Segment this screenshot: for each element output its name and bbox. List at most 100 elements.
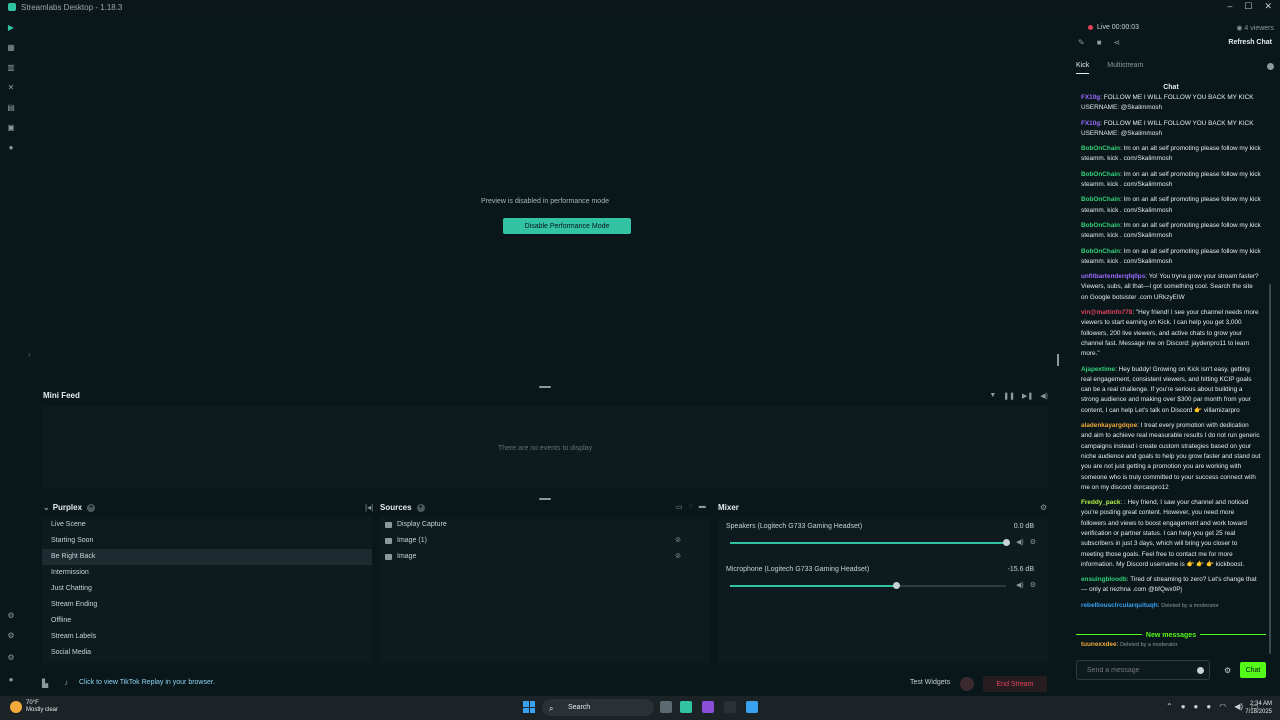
pause-icon[interactable]: ❚❚ (1003, 392, 1015, 400)
visibility-off-icon[interactable]: ⊘ (675, 549, 681, 565)
chat-scrollbar[interactable] (1269, 284, 1271, 654)
skip-icon[interactable]: ▶❚ (1022, 392, 1033, 400)
scene-transitions-icon[interactable]: |◂| (365, 503, 373, 512)
source-item[interactable]: Display Capture (380, 517, 710, 533)
maximize-icon[interactable]: ☐ (1244, 1, 1252, 12)
add-source-icon[interactable]: + (416, 503, 425, 512)
streamlabs-taskbar-icon[interactable] (680, 701, 692, 713)
tray-chevron-icon[interactable]: ⌃ (1166, 702, 1173, 711)
scene-item[interactable]: Live Scene (42, 517, 372, 533)
app-taskbar-icon[interactable] (724, 701, 736, 713)
volume-knob[interactable] (892, 582, 900, 589)
panel-resize-handle[interactable] (539, 498, 551, 500)
plugin-icon[interactable]: ⚙ (7, 632, 15, 640)
tab-multistream[interactable]: Multistream (1107, 62, 1143, 74)
apps-icon[interactable]: ⚙ (7, 612, 15, 620)
dashboard-icon[interactable]: ▦ (7, 44, 15, 52)
task-view-icon[interactable] (660, 701, 672, 713)
chat-username[interactable]: BobOnChain (1081, 171, 1120, 178)
chat-username[interactable]: tuunexxdee (1081, 641, 1117, 648)
resize-handle[interactable] (1057, 354, 1059, 366)
store-icon[interactable]: ▤ (7, 104, 15, 112)
layout-icon[interactable]: ▥ (7, 64, 15, 72)
camera-icon[interactable]: ■ (1097, 38, 1102, 47)
wifi-icon[interactable]: ◠ (1219, 702, 1226, 711)
chat-username[interactable]: BobOnChain (1081, 248, 1120, 255)
windows-start-icon[interactable] (523, 701, 535, 713)
speaker-icon[interactable]: ◀) (1016, 581, 1024, 589)
add-scene-icon[interactable]: + (87, 503, 96, 512)
speaker-icon[interactable]: ◀) (1016, 538, 1024, 546)
scene-item[interactable]: Stream Ending (42, 597, 372, 613)
hide-icon[interactable]: ◌ (689, 503, 693, 511)
chat-settings-icon[interactable]: ⚙ (1224, 666, 1231, 675)
editor-icon[interactable]: ▶ (7, 24, 15, 32)
send-chat-button[interactable]: Chat (1240, 662, 1266, 678)
gear-icon[interactable]: ⚙ (1030, 581, 1036, 589)
tray-app-icon[interactable]: ● (1181, 702, 1186, 711)
chat-username[interactable]: BobOnChain (1081, 222, 1120, 229)
info-icon[interactable] (1267, 63, 1274, 70)
chat-username[interactable]: FX10g (1081, 120, 1100, 127)
chat-username[interactable]: ensuingbloodb (1081, 576, 1127, 583)
record-icon[interactable]: ● (7, 144, 15, 152)
scene-item[interactable]: Starting Soon (42, 533, 372, 549)
chat-username[interactable]: BobOnChain (1081, 145, 1120, 152)
scene-item[interactable]: Social Media (42, 645, 372, 661)
new-messages-divider[interactable]: New messages (1076, 629, 1266, 639)
group-icon[interactable]: ▭ (676, 503, 683, 511)
filter-icon[interactable]: ▼ (989, 392, 996, 400)
close-icon[interactable]: ✕ (1264, 1, 1272, 12)
chat-username[interactable]: FX10g (1081, 94, 1100, 101)
tools-icon[interactable]: ✕ (7, 84, 15, 92)
end-stream-button[interactable]: End Stream (983, 676, 1047, 692)
chevron-down-icon[interactable]: ⌄ (43, 503, 50, 512)
tab-kick[interactable]: Kick (1076, 62, 1090, 74)
source-item[interactable]: Image (1) ⊘ (380, 533, 710, 549)
scene-item[interactable]: Just Chatting (42, 581, 372, 597)
visibility-off-icon[interactable]: ⊘ (675, 533, 681, 549)
weather-widget[interactable]: 70°F Mostly clear (10, 700, 58, 714)
record-button[interactable] (960, 677, 974, 691)
chat-username[interactable]: BobOnChain (1081, 196, 1120, 203)
settings-icon[interactable]: ⚙ (7, 654, 15, 662)
minimize-icon[interactable]: – (1227, 1, 1232, 12)
tiktok-replay-link[interactable]: Click to view TikTok Replay in your brow… (79, 679, 215, 686)
chat-username[interactable]: aladenkayargdqoe (1081, 422, 1137, 429)
disable-performance-mode-button[interactable]: Disable Performance Mode (503, 218, 631, 234)
test-widgets-button[interactable]: Test Widgets (910, 679, 950, 686)
refresh-chat-button[interactable]: Refresh Chat (1228, 39, 1272, 46)
tray-app-icon[interactable]: ● (1194, 702, 1199, 711)
app-taskbar-icon[interactable] (702, 701, 714, 713)
chat-username[interactable]: Ajapextime (1081, 366, 1115, 373)
taskbar-search[interactable]: ⌕ Search (542, 699, 654, 716)
share-icon[interactable]: ⋖ (1114, 38, 1121, 47)
scene-item[interactable]: Offline (42, 613, 372, 629)
mixer-settings-icon[interactable]: ⚙ (1040, 503, 1047, 512)
volume-icon[interactable]: ◀) (1040, 392, 1048, 400)
volume-icon[interactable]: ◀) (1234, 702, 1243, 711)
scene-collection-name[interactable]: Purplex (53, 503, 82, 512)
chat-username[interactable]: vin@mattinfo778 (1081, 309, 1132, 316)
taskbar-clock[interactable]: 2:34 AM 7/18/2025 (1245, 700, 1272, 716)
emoji-icon[interactable] (1197, 667, 1204, 674)
scene-item-active[interactable]: Be Right Back (42, 549, 372, 565)
source-item[interactable]: Image ⊘ (380, 549, 710, 565)
tray-app-icon[interactable]: ● (1206, 702, 1211, 711)
profile-icon[interactable]: ● (7, 676, 15, 684)
expand-chevron-icon[interactable]: › (28, 350, 31, 359)
volume-knob[interactable] (1003, 539, 1010, 546)
chat-username[interactable]: Freddy_pack (1081, 499, 1120, 506)
scene-item[interactable]: Intermission (42, 565, 372, 581)
volume-slider[interactable] (730, 582, 1006, 589)
overlay-icon[interactable]: ▣ (7, 124, 15, 132)
chat-username[interactable]: unfitbartenderqfq0ps (1081, 273, 1145, 280)
folder-icon[interactable]: ▬ (699, 503, 706, 511)
edit-icon[interactable]: ✎ (1078, 38, 1085, 47)
gear-icon[interactable]: ⚙ (1030, 538, 1036, 546)
volume-slider[interactable] (730, 539, 1010, 546)
scene-item[interactable]: Stream Labels (42, 629, 372, 645)
chat-message-input[interactable] (1077, 661, 1189, 679)
stats-icon[interactable]: ▙ (42, 679, 48, 688)
app-taskbar-icon[interactable] (746, 701, 758, 713)
